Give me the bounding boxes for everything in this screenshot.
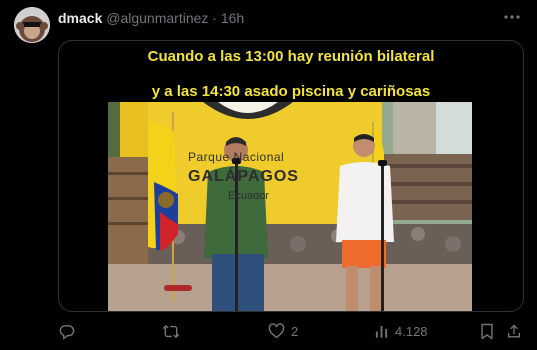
author-name[interactable]: dmack bbox=[58, 10, 102, 26]
tweet-media[interactable]: Cuando a las 13:00 hay reunión bilateral… bbox=[58, 40, 524, 312]
like-icon bbox=[268, 323, 285, 339]
sign-line-1: Parque Nacional bbox=[188, 150, 285, 164]
separator: · bbox=[212, 10, 217, 26]
sign-line-3: Ecuador bbox=[228, 190, 269, 202]
reply-button[interactable] bbox=[58, 318, 75, 344]
avatar-image bbox=[14, 7, 50, 43]
author-handle[interactable]: @algunmartinez bbox=[106, 10, 208, 26]
views-icon bbox=[375, 325, 388, 338]
bookmark-button[interactable] bbox=[480, 318, 494, 344]
retweet-icon bbox=[162, 324, 180, 338]
sign-line-2: GALÁPAGOS bbox=[188, 168, 299, 185]
share-button[interactable] bbox=[506, 318, 522, 344]
tweet-header: dmack @algunmartinez · 16h bbox=[58, 9, 244, 27]
video-caption-line-1: Cuando a las 13:00 hay reunión bilateral bbox=[147, 48, 435, 65]
like-button[interactable]: 2 bbox=[268, 318, 298, 344]
share-icon bbox=[508, 324, 520, 337]
view-count: 4.128 bbox=[395, 323, 428, 339]
like-count: 2 bbox=[291, 323, 299, 339]
tweet-actions: 2 4.128 bbox=[0, 318, 537, 344]
video-frame[interactable]: Parque Nacional GALÁPAGOS Ecuador bbox=[108, 102, 472, 311]
views-button[interactable]: 4.128 bbox=[374, 318, 428, 344]
video-scene bbox=[108, 102, 472, 311]
bookmark-icon bbox=[481, 323, 493, 339]
retweet-button[interactable] bbox=[162, 318, 180, 344]
timestamp[interactable]: 16h bbox=[221, 10, 244, 26]
reply-icon bbox=[59, 324, 75, 339]
avatar[interactable] bbox=[14, 7, 50, 43]
video-caption-line-2: y a las 14:30 asado piscina y cariñosas bbox=[151, 83, 431, 100]
more-icon[interactable] bbox=[501, 8, 523, 28]
